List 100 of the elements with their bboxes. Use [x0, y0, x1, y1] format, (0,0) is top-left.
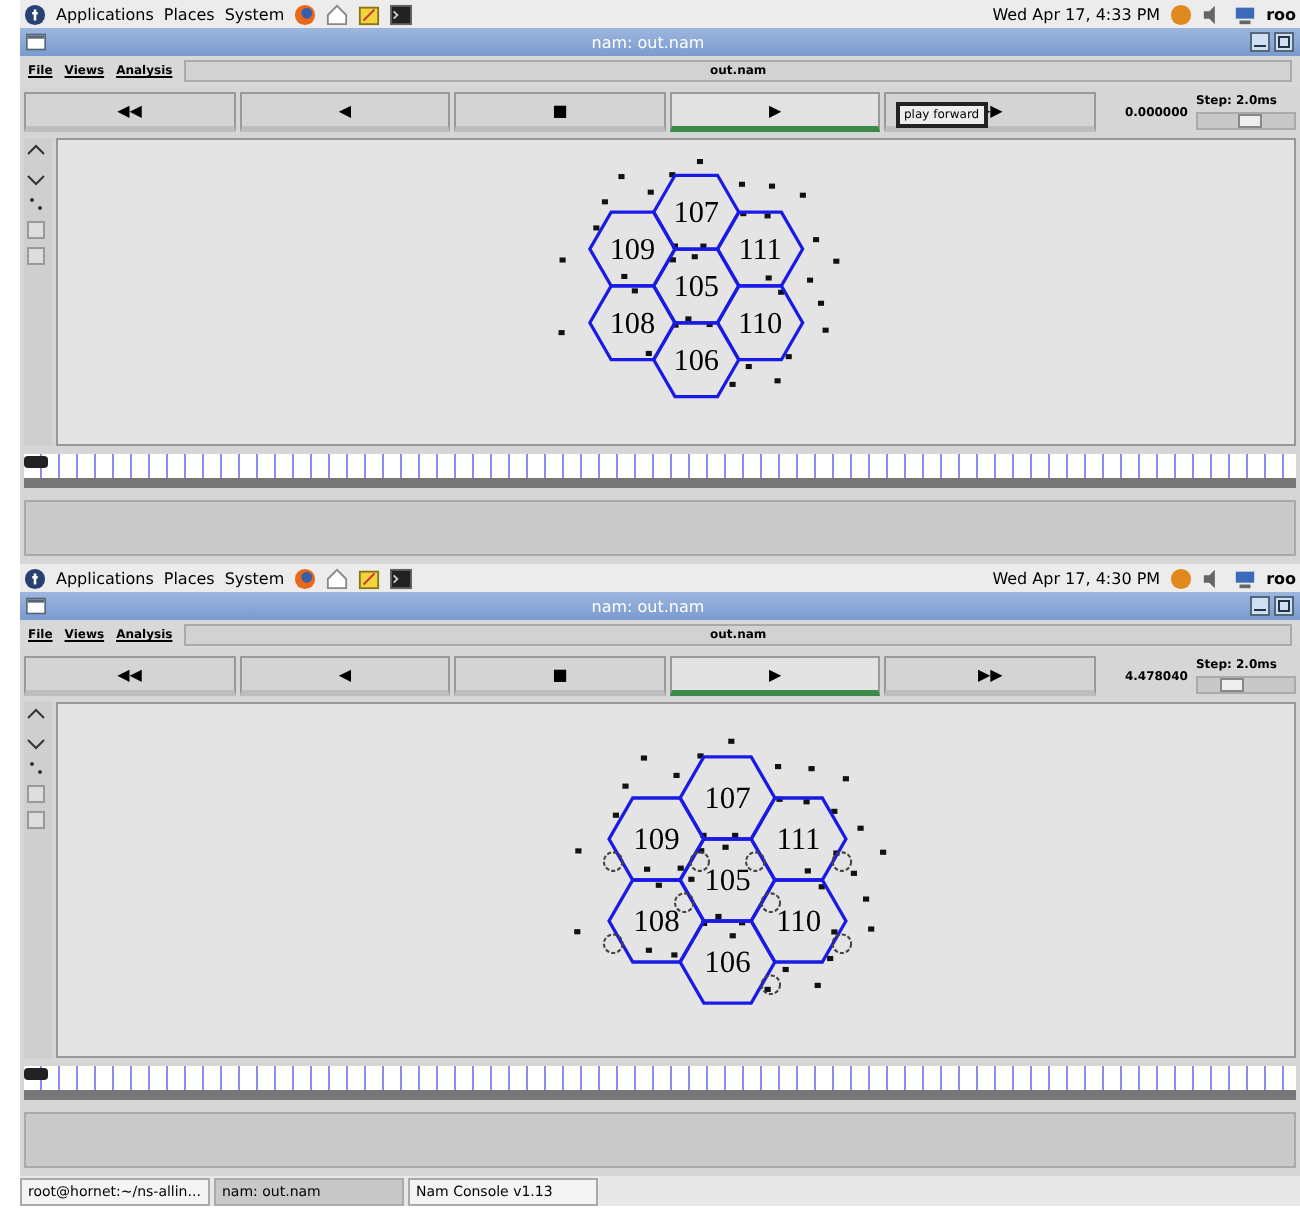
step-slider[interactable] — [1195, 676, 1296, 694]
node-marker — [833, 850, 840, 856]
node-marker — [672, 322, 679, 328]
cell-label: 105 — [704, 864, 751, 899]
minimize-icon[interactable] — [1250, 596, 1270, 616]
playback-button[interactable]: ◀ — [239, 656, 451, 696]
timeline-bar[interactable] — [24, 1066, 1296, 1100]
node-marker — [774, 378, 781, 384]
node-marker — [644, 866, 651, 872]
terminal-icon[interactable] — [390, 3, 413, 25]
playback-button[interactable]: ◀◀ — [24, 656, 236, 696]
clock-text[interactable]: Wed Apr 17, 4:30 PM — [992, 569, 1161, 587]
maximize-icon[interactable] — [1274, 596, 1294, 616]
node-marker — [729, 933, 736, 939]
time-marker[interactable] — [24, 456, 48, 468]
minimize-icon[interactable] — [1250, 32, 1270, 52]
dots-icon[interactable] — [26, 194, 46, 214]
node-marker — [677, 865, 684, 871]
dots-icon[interactable] — [26, 758, 46, 778]
cell-hexagon — [607, 878, 706, 964]
step-slider[interactable] — [1195, 112, 1296, 130]
node-marker — [601, 199, 608, 205]
cell-label: 106 — [673, 343, 720, 378]
node-marker — [745, 364, 752, 370]
node-marker — [621, 273, 628, 279]
clock-text[interactable]: Wed Apr 17, 4:33 PM — [992, 5, 1161, 23]
node-marker — [696, 159, 703, 165]
cell-label: 110 — [776, 905, 822, 940]
cell-hexagon — [588, 210, 677, 288]
node-marker — [671, 243, 678, 249]
node-marker — [700, 243, 707, 249]
node-marker — [622, 783, 629, 789]
node-marker — [673, 772, 680, 778]
panel-menu[interactable]: Places — [163, 569, 215, 587]
cell-label: 105 — [673, 270, 720, 305]
node-marker — [831, 808, 838, 814]
cell-label: 108 — [609, 306, 656, 341]
network-icon[interactable] — [1234, 567, 1257, 589]
playback-button[interactable]: ◀ — [239, 92, 451, 132]
node-marker — [688, 876, 695, 882]
cell-label: 111 — [738, 233, 782, 268]
playback-button[interactable]: ▶ — [669, 92, 881, 132]
panel-menu[interactable]: System — [224, 5, 285, 23]
node-marker — [807, 277, 814, 283]
maximize-icon[interactable] — [1274, 32, 1294, 52]
node-marker — [776, 796, 783, 802]
node-marker — [803, 799, 810, 805]
node-marker — [647, 189, 654, 195]
node-marker — [671, 952, 678, 958]
cell-label: 109 — [609, 233, 656, 268]
playback-button[interactable]: ▶ — [669, 656, 881, 696]
playback-button[interactable]: ▶▶ — [884, 656, 1096, 696]
playback-button[interactable]: ■ — [454, 656, 666, 696]
slider-thumb[interactable] — [1238, 114, 1263, 128]
node-marker — [612, 812, 620, 818]
panel-menu[interactable]: Places — [163, 5, 215, 23]
terminal-icon[interactable] — [390, 567, 413, 589]
playback-button[interactable]: ■ — [454, 92, 666, 132]
user-name[interactable]: roo — [1266, 569, 1296, 587]
node-marker — [697, 753, 704, 759]
node-marker — [669, 257, 676, 263]
node-marker — [691, 254, 698, 260]
node-marker — [645, 947, 652, 953]
node-marker — [739, 920, 746, 926]
panel-menu[interactable]: System — [224, 569, 285, 587]
panel-menu[interactable]: Applications — [56, 5, 154, 23]
node-marker — [799, 192, 806, 198]
node-marker — [685, 316, 692, 322]
cell-label: 107 — [673, 196, 720, 231]
time-marker[interactable] — [24, 1068, 48, 1080]
node-marker — [706, 322, 713, 328]
user-name[interactable]: roo — [1266, 5, 1296, 23]
notepad-icon[interactable] — [358, 3, 381, 25]
playback-button[interactable]: ◀◀ — [24, 92, 236, 132]
notepad-icon[interactable] — [358, 567, 381, 589]
cell-hexagon — [651, 321, 741, 399]
cell-label: 111 — [776, 823, 821, 858]
window-title: nam: out.nam — [589, 33, 707, 51]
slider-thumb[interactable] — [1219, 678, 1244, 692]
node-marker — [631, 288, 638, 294]
node-marker — [728, 738, 735, 744]
node-marker — [808, 766, 815, 772]
distro-logo-icon[interactable] — [24, 3, 46, 25]
node-marker — [768, 183, 776, 189]
node-marker — [593, 225, 600, 231]
node-marker — [831, 929, 838, 935]
distro-logo-icon[interactable] — [24, 567, 46, 589]
panel-menu[interactable]: Applications — [56, 569, 154, 587]
cell-hexagon — [749, 878, 848, 964]
node-marker — [818, 884, 825, 890]
timeline-bar[interactable] — [24, 454, 1296, 488]
network-icon[interactable] — [1234, 3, 1257, 25]
node-marker — [764, 986, 771, 992]
node-marker — [857, 825, 864, 831]
window-menu-icon[interactable] — [26, 32, 46, 52]
window-menu-icon[interactable] — [26, 596, 46, 616]
node-marker — [778, 289, 785, 295]
node-marker — [722, 844, 729, 850]
node-marker — [715, 913, 722, 920]
node-marker — [669, 172, 676, 178]
